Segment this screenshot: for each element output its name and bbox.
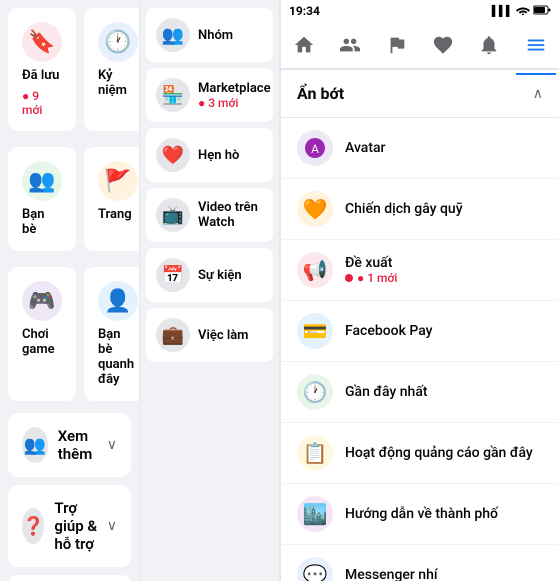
right-item-messenger-nhi[interactable]: 💬 Messenger nhí (281, 545, 559, 581)
su-kien-icon: 📅 (156, 258, 190, 292)
battery-icon-right (533, 5, 551, 18)
de-xuat-icon: 📢 (297, 252, 333, 288)
ban-be-label: Bạn bè (22, 207, 62, 237)
time-right: 19:34 (289, 4, 320, 18)
signal-icon-right: ▌▌▌ (492, 6, 513, 17)
marketplace-badge: ● 3 mới (198, 96, 271, 110)
right-item-de-xuat[interactable]: 📢 Đề xuất ● 1 mới (281, 240, 559, 301)
marketplace-icon: 🏪 (156, 78, 190, 112)
right-item-gan-day[interactable]: 🕐 Gần đây nhất (281, 362, 559, 423)
huong-dan-icon: 🏙️ (297, 496, 333, 532)
menu-item-marketplace[interactable]: 🏪 Marketplace● 3 mới (146, 68, 273, 122)
right-content: A Avatar 🧡 Chiến dịch gây quỹ 📢 Đề xuất … (281, 118, 559, 581)
su-kien-label: Sự kiện (198, 268, 242, 283)
nav-bell-right[interactable] (469, 25, 509, 65)
facebook-pay-label: Facebook Pay (345, 323, 433, 339)
trang-label: Trang (98, 207, 138, 222)
right-item-facebook-pay[interactable]: 💳 Facebook Pay (281, 301, 559, 362)
menu-item-da-luu[interactable]: 🔖 Đã lưu ● 9 mới (8, 8, 76, 131)
tro-giup-icon: ❓ (22, 508, 44, 544)
huong-dan-label: Hướng dẫn về thành phố (345, 506, 498, 522)
marketplace-label: Marketplace (198, 81, 271, 96)
ban-be-quanh-label: Bạn bè quanh đây (98, 327, 138, 387)
choi-game-icon: 🎮 (28, 289, 55, 314)
hen-ho-label: Hẹn hò (198, 148, 239, 163)
right-item-huong-dan[interactable]: 🏙️ Hướng dẫn về thành phố (281, 484, 559, 545)
xem-them-label: Xem thêm (58, 427, 107, 463)
video-watch-label: Video trên Watch (198, 200, 263, 230)
choi-game-label: Chơi game (22, 327, 62, 357)
menu-item-nhom[interactable]: 👥 Nhóm (146, 8, 273, 62)
svg-text:A: A (311, 142, 319, 156)
menu-item-su-kien[interactable]: 📅 Sự kiện (146, 248, 273, 302)
facebook-pay-icon: 💳 (297, 313, 333, 349)
nhom-label: Nhóm (198, 28, 233, 43)
viec-lam-icon: 💼 (156, 318, 190, 352)
de-xuat-badge: ● 1 mới (345, 271, 397, 285)
an-bot-label: Ẩn bớt (297, 84, 344, 103)
video-watch-icon: 📺 (156, 198, 190, 232)
xem-them-chevron: ∨ (107, 437, 117, 453)
section-xem-them[interactable]: 👥 Xem thêm ∨ (8, 413, 131, 477)
left-panel: 19:34 ▌▌▌ (0, 0, 140, 581)
de-xuat-label: Đề xuất (345, 255, 397, 271)
viec-lam-label: Việc làm (198, 328, 248, 343)
menu-item-viec-lam[interactable]: 💼 Việc làm (146, 308, 273, 362)
menu-item-ban-be-quanh[interactable]: 👤 Bạn bè quanh đây (84, 267, 139, 401)
hen-ho-icon: ❤️ (156, 138, 190, 172)
right-panel: 19:34 ▌▌▌ (280, 0, 559, 581)
left-content-area: 🔖 Đã lưu ● 9 mới 🕐 Kỷ niệm 👥 Bạn bè 🚩 Tr… (0, 0, 139, 581)
an-bot-chevron: ∧ (533, 86, 543, 102)
menu-item-ky-niem[interactable]: 🕐 Kỷ niệm (84, 8, 139, 131)
trang-icon: 🚩 (104, 169, 131, 194)
xem-them-icon: 👥 (22, 427, 48, 463)
status-bar-right: 19:34 ▌▌▌ (281, 0, 559, 22)
tro-giup-chevron: ∨ (107, 518, 117, 534)
gan-day-icon: 🕐 (297, 374, 333, 410)
right-item-chien-dich[interactable]: 🧡 Chiến dịch gây quỹ (281, 179, 559, 240)
ban-be-quanh-icon: 👤 (104, 289, 131, 314)
section-cai-dat[interactable]: ⚙️ Cài đặt & quyền riêng tư ∧ (8, 575, 131, 581)
chien-dich-label: Chiến dịch gây quỹ (345, 201, 463, 217)
nav-flag-right[interactable] (377, 25, 417, 65)
da-luu-label: Đã lưu (22, 68, 62, 83)
avatar-label: Avatar (345, 140, 386, 156)
hoat-dong-qc-icon: 📋 (297, 435, 333, 471)
ban-be-icon: 👥 (28, 169, 55, 194)
menu-item-hen-ho[interactable]: ❤️ Hẹn hò (146, 128, 273, 182)
nav-people-right[interactable] (330, 25, 370, 65)
right-item-avatar[interactable]: A Avatar (281, 118, 559, 179)
right-section-an-bot[interactable]: Ẩn bớt ∧ (281, 70, 559, 118)
da-luu-icon: 🔖 (28, 30, 55, 55)
wifi-icon-right (516, 5, 530, 18)
nav-home-right[interactable] (284, 25, 324, 65)
section-tro-giup[interactable]: ❓ Trợ giúp & hỗ trợ ∨ (8, 485, 131, 567)
chien-dich-icon: 🧡 (297, 191, 333, 227)
middle-content-area: 👥 Nhóm 🏪 Marketplace● 3 mới ❤️ Hẹn hò 📺 Video t… (140, 0, 279, 581)
menu-item-trang[interactable]: 🚩 Trang (84, 147, 139, 251)
right-item-hoat-dong-qc[interactable]: 📋 Hoạt động quảng cáo gần đây (281, 423, 559, 484)
menu-item-video-watch[interactable]: 📺 Video trên Watch (146, 188, 273, 242)
menu-item-choi-game[interactable]: 🎮 Chơi game (8, 267, 76, 401)
da-luu-badge: ● 9 mới (22, 89, 62, 117)
messenger-nhi-icon: 💬 (297, 557, 333, 581)
nav-heart-right[interactable] (423, 25, 463, 65)
middle-panel: 👥 Nhóm 🏪 Marketplace● 3 mới ❤️ Hẹn hò 📺 Video t… (140, 0, 280, 581)
gan-day-label: Gần đây nhất (345, 384, 428, 400)
nhom-icon: 👥 (156, 18, 190, 52)
ky-niem-label: Kỷ niệm (98, 68, 138, 98)
menu-item-ban-be[interactable]: 👥 Bạn bè (8, 147, 76, 251)
nav-menu-right[interactable] (516, 25, 556, 65)
avatar-icon: A (297, 130, 333, 166)
hoat-dong-qc-label: Hoạt động quảng cáo gần đây (345, 445, 533, 461)
nav-bar-right (281, 22, 559, 70)
messenger-nhi-label: Messenger nhí (345, 567, 438, 581)
tro-giup-label: Trợ giúp & hỗ trợ (54, 499, 106, 553)
ky-niem-icon: 🕐 (104, 30, 131, 55)
